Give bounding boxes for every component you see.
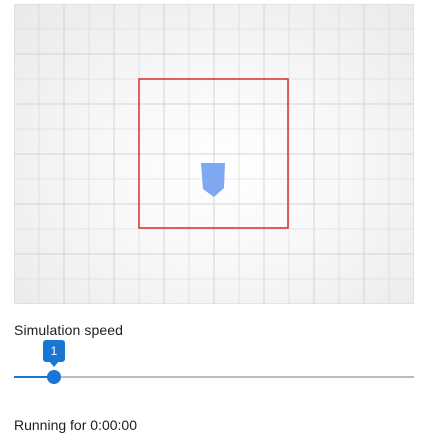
simulation-viewport[interactable] [14,4,414,304]
running-status: Running for 0:00:00 [14,417,137,433]
simulation-canvas[interactable] [14,4,414,304]
floor-grid [14,4,414,304]
speed-label: Simulation speed [14,322,123,338]
slider-value-label: 1 [43,340,65,367]
slider-track[interactable] [14,376,414,378]
speed-slider[interactable]: 1 [14,338,414,388]
slider-thumb[interactable] [47,370,61,384]
simulation-page: Simulation speed 1 Running for 0:00:00 [0,0,430,446]
agent-marker [201,163,225,197]
